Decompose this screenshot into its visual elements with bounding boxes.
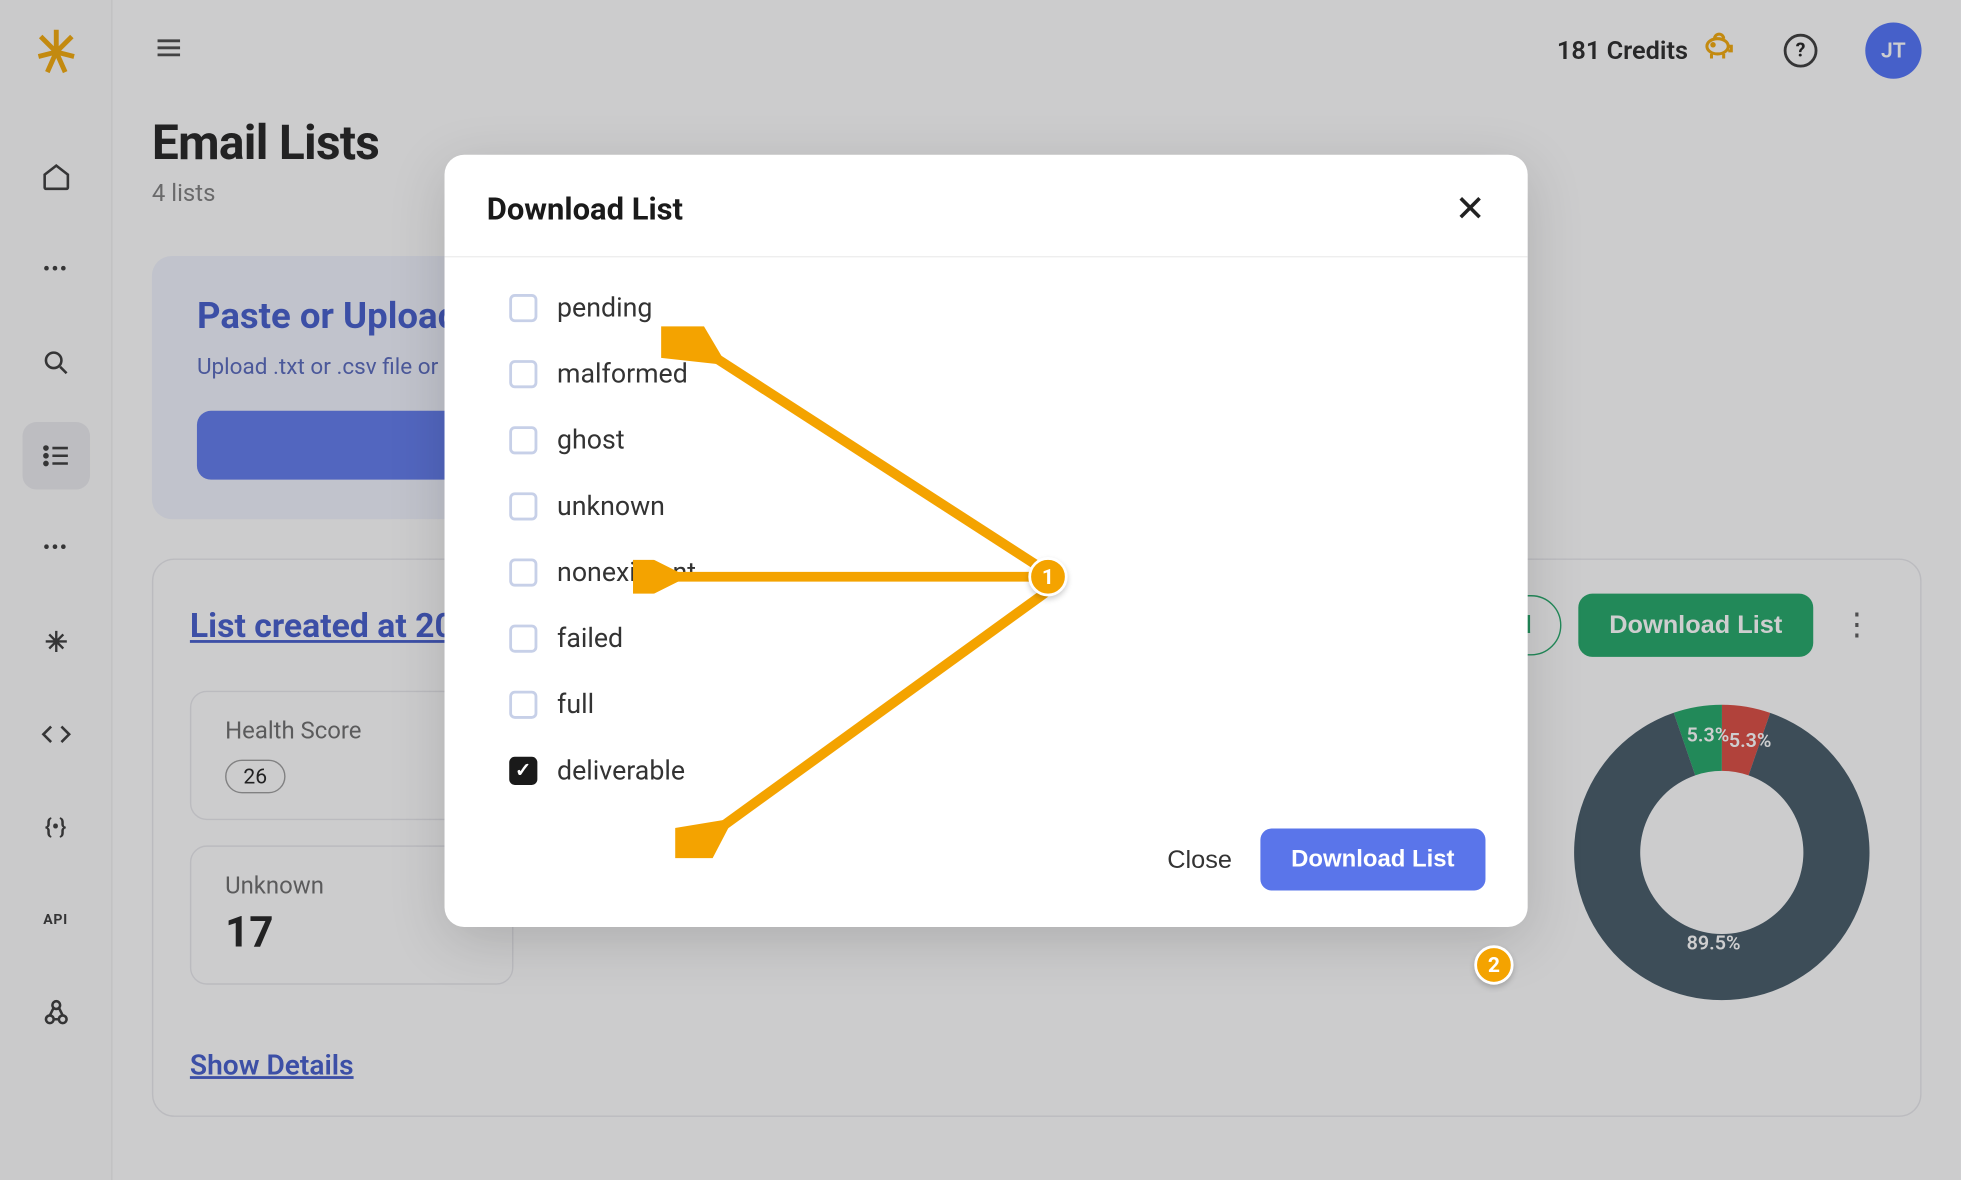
filter-option-pending[interactable]: pending: [509, 291, 1463, 323]
checkbox-ghost[interactable]: [509, 426, 537, 454]
close-icon[interactable]: ✕: [1455, 191, 1486, 228]
checkbox-label: failed: [557, 622, 623, 654]
modal-header: Download List ✕: [445, 155, 1528, 258]
modal-title: Download List: [487, 192, 683, 227]
checkbox-failed[interactable]: [509, 624, 537, 652]
modal-close-button[interactable]: Close: [1167, 845, 1232, 875]
modal-download-button[interactable]: Download List: [1260, 829, 1485, 891]
checkbox-deliverable[interactable]: [509, 756, 537, 784]
checkbox-unknown[interactable]: [509, 492, 537, 520]
checkbox-nonexistent[interactable]: [509, 558, 537, 586]
checkbox-label: ghost: [557, 423, 625, 455]
annotation-badge-2: 2: [1474, 945, 1513, 984]
checkbox-full[interactable]: [509, 690, 537, 718]
checkbox-label: deliverable: [557, 754, 685, 786]
annotation-badge-1: 1: [1028, 557, 1067, 596]
annotation-arrow-1c: [675, 577, 1083, 858]
checkbox-label: pending: [557, 291, 652, 323]
checkbox-label: unknown: [557, 490, 665, 522]
checkbox-label: full: [557, 688, 594, 720]
checkbox-malformed[interactable]: [509, 359, 537, 387]
checkbox-pending[interactable]: [509, 293, 537, 321]
